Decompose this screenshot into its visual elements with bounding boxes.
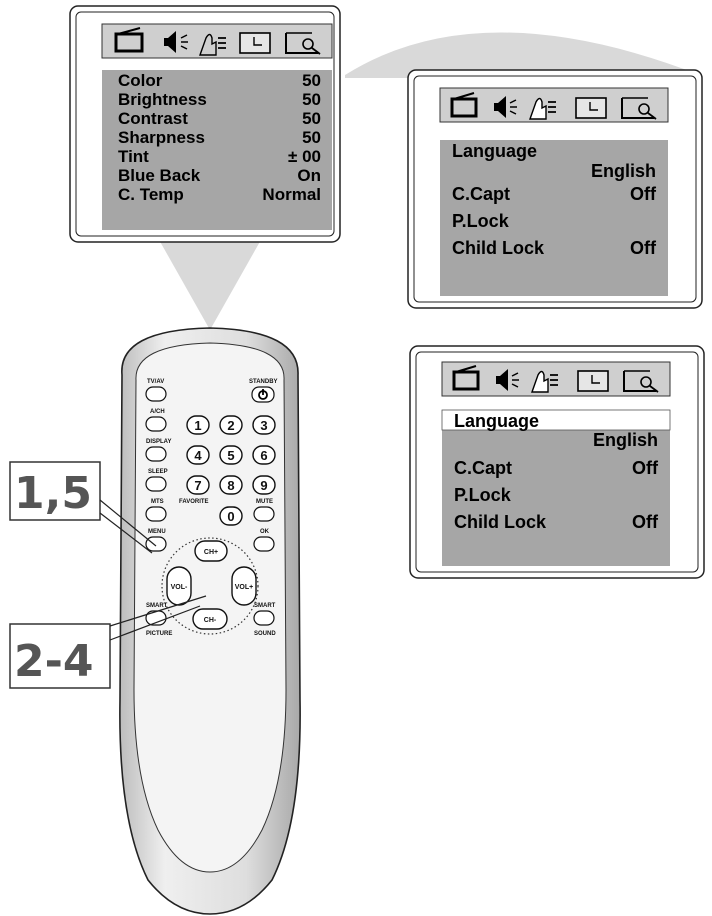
tvav-label: TV/AV <box>147 379 164 385</box>
picture-setting-value: On <box>297 166 321 185</box>
clock-timer-icon <box>577 370 609 392</box>
picture-setting-value: 50 <box>302 71 321 90</box>
digit-3-button[interactable]: 3 <box>252 415 276 435</box>
language-label: Language <box>452 141 537 161</box>
picture-setting-value: ± 00 <box>288 147 321 166</box>
picture-label: PICTURE <box>146 631 172 637</box>
digit-label: 4 <box>194 448 202 463</box>
digit-8-button[interactable]: 8 <box>219 475 243 495</box>
tv-menu-diagram: Color 50Brightness 50Contrast 50Sharpness 50… <box>9 5 705 915</box>
picture-setting-label: Sharpness <box>118 128 205 147</box>
tvav-button[interactable] <box>145 386 167 402</box>
digit-9-button[interactable]: 9 <box>252 475 276 495</box>
picture-setting-value: Normal <box>262 185 321 204</box>
feature-setting-label: C.Capt <box>452 184 510 204</box>
picture-setting-label: Tint <box>118 147 149 166</box>
menu-features-screen-a: Language English C.Capt Off P.Lock Child Lo… <box>407 69 703 309</box>
feature-setting-value: Off <box>630 184 657 204</box>
display-button[interactable] <box>145 446 167 462</box>
digit-label: 6 <box>260 448 267 463</box>
language-value: English <box>591 161 656 181</box>
mute-button[interactable] <box>253 506 275 522</box>
digit-1-button[interactable]: 1 <box>186 415 210 435</box>
digit-label: 8 <box>227 478 234 493</box>
vol-down-label: VOL- <box>171 584 188 591</box>
language-value: English <box>593 430 658 450</box>
ch-up-button[interactable]: CH+ <box>194 540 228 562</box>
digit-label: 5 <box>227 448 234 463</box>
clock-timer-icon <box>239 32 271 54</box>
digit-label: 7 <box>194 478 201 493</box>
vol-up-button[interactable]: VOL+ <box>231 566 257 606</box>
sleep-label: SLEEP <box>148 469 168 475</box>
digit-7-button[interactable]: 7 <box>186 475 210 495</box>
menu-picture-screen: Color 50 Brightness 50 Contrast 50 Sharpness 50… <box>69 5 341 243</box>
standby-label: STANDBY <box>249 379 278 385</box>
digit-label: 9 <box>260 478 267 493</box>
smart-left-label: SMART <box>146 603 168 609</box>
ach-button[interactable] <box>145 416 167 432</box>
vol-up-label: VOL+ <box>235 584 253 591</box>
feature-setting-value: Off <box>630 238 657 258</box>
picture-setting-value: 50 <box>302 128 321 147</box>
digit-2-button[interactable]: 2 <box>219 415 243 435</box>
digit-label: 0 <box>227 509 234 524</box>
menu-button[interactable] <box>145 536 167 552</box>
digit-label: 3 <box>260 418 267 433</box>
language-label: Language <box>454 411 539 431</box>
ach-label: A/CH <box>150 409 165 415</box>
ok-label: OK <box>260 529 270 535</box>
ok-button[interactable] <box>253 536 275 552</box>
menu-features-screen-b: Language English C.Capt Off P.Lock Child Lo… <box>409 345 705 579</box>
menu-label: MENU <box>148 529 166 535</box>
picture-setting-label: Blue Back <box>118 166 201 185</box>
picture-setting-value: 50 <box>302 109 321 128</box>
digit-5-button[interactable]: 5 <box>219 445 243 465</box>
picture-setting-label: Brightness <box>118 90 207 109</box>
ch-down-label: CH- <box>204 617 217 624</box>
picture-setting-label: Contrast <box>118 109 188 128</box>
digit-label: 1 <box>194 418 201 433</box>
digit-6-button[interactable]: 6 <box>252 445 276 465</box>
feature-setting-label: Child Lock <box>452 238 545 258</box>
smart-sound-button[interactable] <box>253 610 275 626</box>
remote-control: TV/AV STANDBY A/CH DISPLAY SLEEP MTS FAV… <box>119 327 301 915</box>
feature-setting-value: Off <box>632 458 659 478</box>
callout-step-1-5-label: 1,5 <box>14 468 92 519</box>
feature-setting-label: P.Lock <box>452 211 510 231</box>
picture-setting-label: Color <box>118 71 163 90</box>
digit-0-button[interactable]: 0 <box>219 506 243 526</box>
digit-label: 2 <box>227 418 234 433</box>
ch-down-button[interactable]: CH- <box>192 608 228 630</box>
favorite-label: FAVORITE <box>179 499 209 505</box>
feature-setting-label: P.Lock <box>454 485 512 505</box>
mute-label: MUTE <box>256 499 273 505</box>
picture-setting-value: 50 <box>302 90 321 109</box>
digit-4-button[interactable]: 4 <box>186 445 210 465</box>
mts-button[interactable] <box>145 506 167 522</box>
feature-setting-label: C.Capt <box>454 458 512 478</box>
feature-setting-value: Off <box>632 512 659 532</box>
picture-setting-label: C. Temp <box>118 185 184 204</box>
callout-step-2-4-label: 2-4 <box>14 636 94 687</box>
feature-setting-label: Child Lock <box>454 512 547 532</box>
sleep-button[interactable] <box>145 476 167 492</box>
standby-button[interactable] <box>251 386 275 403</box>
vol-down-button[interactable]: VOL- <box>166 566 192 606</box>
ch-up-label: CH+ <box>204 549 218 556</box>
mts-label: MTS <box>151 499 164 505</box>
smart-right-label: SMART <box>254 603 276 609</box>
sound-label: SOUND <box>254 631 276 637</box>
display-beam-down <box>158 238 262 330</box>
clock-timer-icon <box>575 97 607 119</box>
display-label: DISPLAY <box>146 439 171 445</box>
